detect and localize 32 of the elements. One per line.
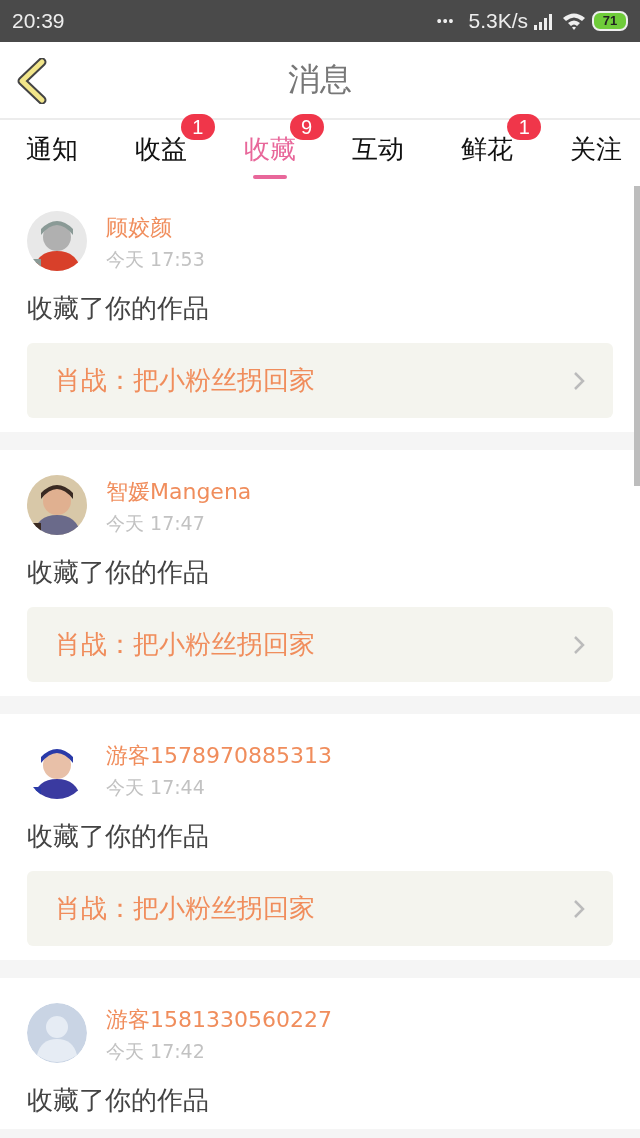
chevron-icon <box>573 634 585 655</box>
user-name[interactable]: 智媛Mangena <box>106 477 252 507</box>
page-title: 消息 <box>288 59 352 100</box>
battery-icon: 71 <box>592 11 628 31</box>
tab[interactable]: 通知 <box>22 120 82 186</box>
message-text: 收藏了你的作品 <box>27 293 210 323</box>
count-badge: 1 <box>507 114 542 140</box>
count-badge: 1 <box>180 114 215 140</box>
message-text: 收藏了你的作品 <box>27 557 210 587</box>
tab[interactable]: 关注 <box>566 120 626 186</box>
scrollbar[interactable] <box>634 186 640 486</box>
clock-text: 20:39 <box>12 9 66 33</box>
work-link[interactable]: 肖战：把小粉丝拐回家 <box>27 607 613 682</box>
work-link[interactable]: 肖战：把小粉丝拐回家 <box>27 343 613 418</box>
count-badge: 9 <box>289 114 324 140</box>
timestamp: 今天 17:44 <box>106 775 206 800</box>
wifi-icon <box>562 12 586 30</box>
network-speed: 5.3K/s <box>468 9 528 33</box>
avatar-icon <box>27 1003 87 1063</box>
message-text: 收藏了你的作品 <box>27 821 210 851</box>
user-name[interactable]: 游客1578970885313 <box>106 741 332 771</box>
chevron-icon <box>573 898 585 919</box>
timestamp: 今天 17:42 <box>106 1039 206 1064</box>
chevron-icon <box>573 370 585 391</box>
tab[interactable]: 互动 <box>348 120 409 186</box>
message-text: 收藏了你的作品 <box>27 1085 210 1115</box>
notification-dots: ••• <box>436 13 455 29</box>
user-name[interactable]: 顾姣颜 <box>106 213 205 243</box>
timestamp: 今天 17:53 <box>106 247 205 272</box>
work-link[interactable]: 肖战：把小粉丝拐回家 <box>27 871 613 946</box>
user-name[interactable]: 游客1581330560227 <box>106 1005 332 1035</box>
timestamp: 今天 17:47 <box>106 511 206 536</box>
